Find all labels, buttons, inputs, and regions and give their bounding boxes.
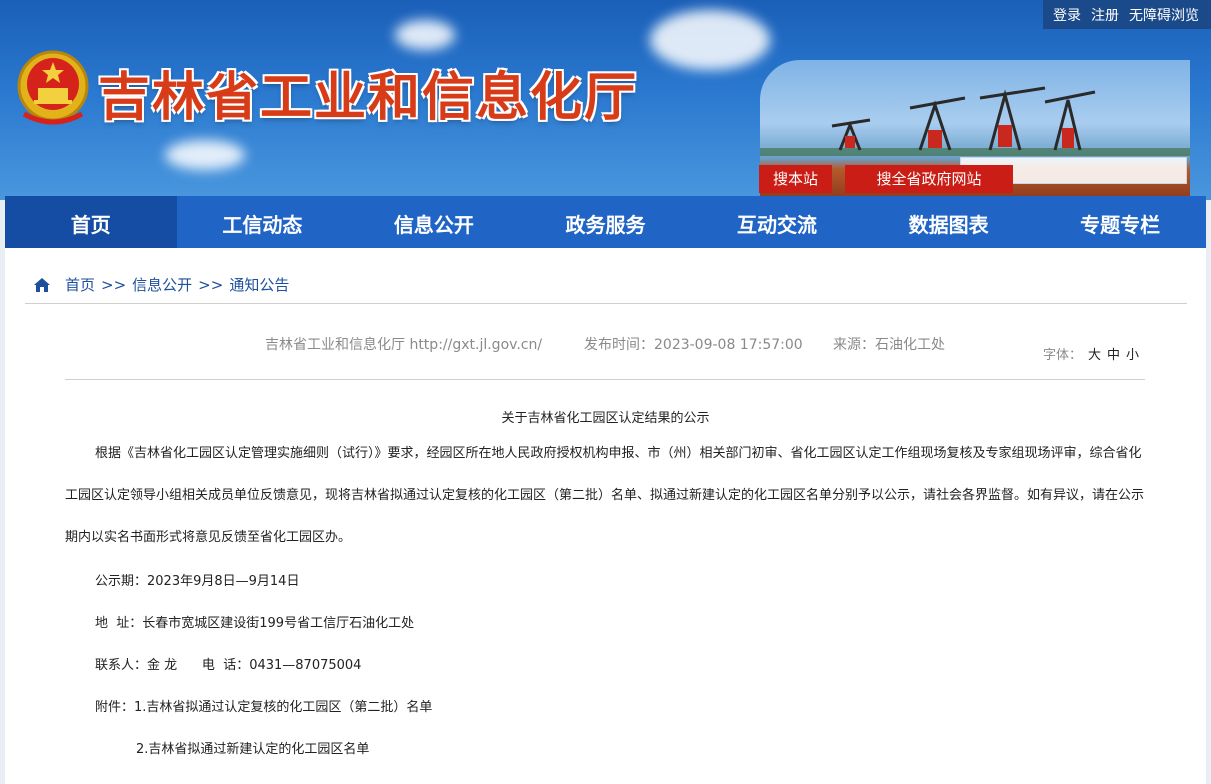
attachment-2-link[interactable]: 2.吉林省拟通过新建认定的化工园区名单 [136, 738, 369, 757]
nav-data-charts[interactable]: 数据图表 [863, 196, 1035, 248]
font-medium-button[interactable]: 中 [1107, 348, 1120, 363]
contact-address: 地 址：长春市宽城区建设街199号省工信厅石油化工处 [95, 616, 415, 631]
meta-source-site: 吉林省工业和信息化厅 http://gxt.jl.gov.cn/ [265, 337, 543, 353]
site-header: 登录 注册 无障碍浏览 吉林省工业和信息化厅 搜本站 搜全省政府网站 [0, 0, 1211, 200]
nav-home[interactable]: 首页 [5, 196, 177, 248]
login-link[interactable]: 登录 [1053, 5, 1081, 25]
top-links-bar: 登录 注册 无障碍浏览 [1043, 0, 1211, 29]
font-size-switcher: 字体： 大中小 [1043, 344, 1139, 363]
main-nav: 首页 工信动态 信息公开 政务服务 互动交流 数据图表 专题专栏 [5, 196, 1206, 248]
home-icon [34, 277, 50, 292]
nav-news[interactable]: 工信动态 [177, 196, 349, 248]
site-title: 吉林省工业和信息化厅 [98, 67, 639, 128]
breadcrumb-info-disclosure[interactable]: 信息公开 [132, 274, 192, 295]
nav-special-topics[interactable]: 专题专栏 [1034, 196, 1206, 248]
search-site-button[interactable]: 搜本站 [759, 165, 832, 193]
article-title: 关于吉林省化工园区认定结果的公示 [501, 411, 710, 426]
meta-origin: 来源：石油化工处 [833, 337, 945, 353]
font-small-button[interactable]: 小 [1126, 348, 1139, 363]
cloud-decoration [395, 20, 455, 50]
breadcrumb-separator: >> [198, 275, 224, 294]
breadcrumb-separator: >> [101, 275, 127, 294]
article-body: 根据《吉林省化工园区认定管理实施细则（试行）》要求，经园区所在地人民政府授权机构… [65, 446, 1145, 545]
cloud-decoration [650, 10, 770, 70]
divider [65, 379, 1145, 380]
contact-person: 联系人：金 龙 电 话：0431—87075004 [95, 658, 362, 673]
nav-gov-services[interactable]: 政务服务 [520, 196, 692, 248]
article-panel: 首页 >> 信息公开 >> 通知公告 吉林省工业和信息化厅 http://gxt… [5, 248, 1206, 784]
breadcrumb-notices[interactable]: 通知公告 [229, 274, 289, 295]
nav-interaction[interactable]: 互动交流 [691, 196, 863, 248]
register-link[interactable]: 注册 [1091, 5, 1119, 25]
divider [25, 303, 1187, 304]
cloud-decoration [165, 140, 245, 170]
breadcrumb: 首页 >> 信息公开 >> 通知公告 [33, 274, 289, 295]
national-emblem-logo [17, 50, 89, 125]
search-province-button[interactable]: 搜全省政府网站 [845, 165, 1013, 193]
publicity-period: 公示期：2023年9月8日—9月14日 [95, 574, 300, 589]
nav-info-disclosure[interactable]: 信息公开 [348, 196, 520, 248]
meta-publish-time: 发布时间：2023-09-08 17:57:00 [584, 337, 803, 353]
attachment-1-link[interactable]: 附件：1.吉林省拟通过认定复核的化工园区（第二批）名单 [95, 696, 432, 715]
font-large-button[interactable]: 大 [1088, 348, 1101, 363]
accessibility-link[interactable]: 无障碍浏览 [1129, 5, 1199, 25]
font-size-label: 字体： [1043, 348, 1083, 363]
breadcrumb-home[interactable]: 首页 [65, 274, 95, 295]
